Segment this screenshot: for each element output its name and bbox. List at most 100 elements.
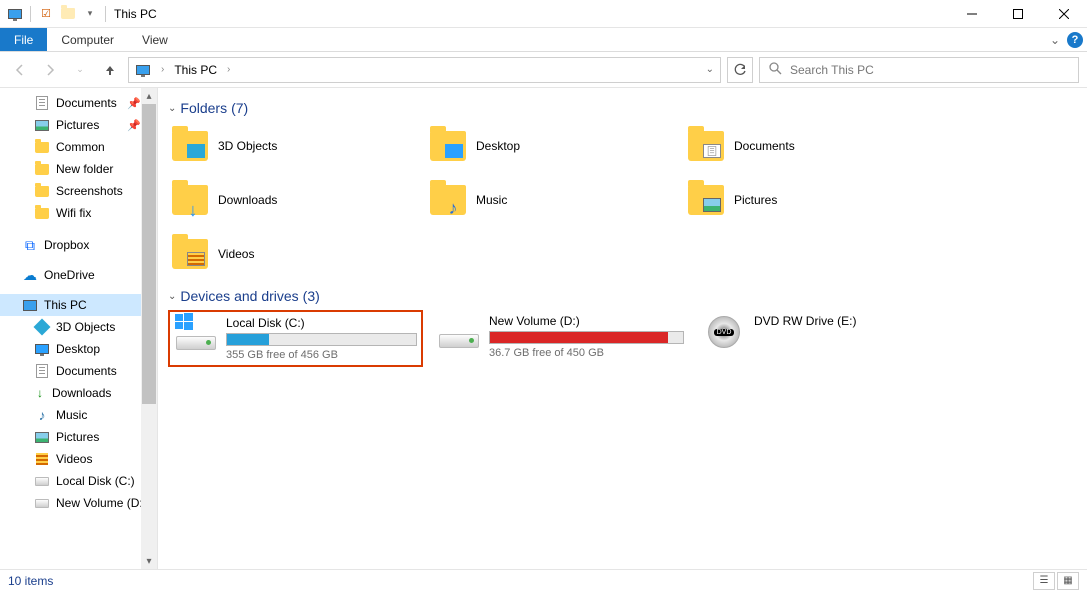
search-icon xyxy=(768,61,782,78)
folder-documents[interactable]: Documents xyxy=(684,122,934,170)
download-icon: ↓ xyxy=(34,387,46,399)
folder-music[interactable]: ♪ Music xyxy=(426,176,676,224)
drive-new-volume-d[interactable]: New Volume (D:) 36.7 GB free of 450 GB xyxy=(433,310,688,367)
address-history-dropdown-icon[interactable]: ⌄ xyxy=(706,64,714,75)
folder-pictures[interactable]: Pictures xyxy=(684,176,934,224)
nav-recent-dropdown[interactable]: ⌄ xyxy=(68,58,92,82)
nav-pictures[interactable]: Pictures 📌 xyxy=(0,114,157,136)
content-area[interactable]: ⌄ Folders (7) 3D Objects Desktop Documen… xyxy=(158,88,1087,569)
pin-icon: 📌 xyxy=(127,119,141,132)
drive-dvd-e[interactable]: DVD DVD RW Drive (E:) xyxy=(698,310,953,367)
nav-item-label: Screenshots xyxy=(56,184,123,198)
folder-desktop[interactable]: Desktop xyxy=(426,122,676,170)
nav-forward-button[interactable] xyxy=(38,58,62,82)
group-header-folders[interactable]: ⌄ Folders (7) xyxy=(168,100,1087,116)
nav-item-label: New Volume (D:) xyxy=(56,496,147,510)
nav-item-label: Dropbox xyxy=(44,238,89,252)
folder-videos[interactable]: Videos xyxy=(168,230,418,278)
nav-newvolume[interactable]: New Volume (D:) xyxy=(0,492,157,514)
status-bar: 10 items ☰ ▦ xyxy=(0,569,1087,591)
scroll-up-icon[interactable]: ▴ xyxy=(141,88,157,104)
group-label: Folders xyxy=(180,100,227,116)
nav-documents2[interactable]: Documents xyxy=(0,360,157,382)
address-bar-row: ⌄ › This PC › ⌄ xyxy=(0,52,1087,88)
nav-thispc[interactable]: This PC xyxy=(0,294,157,316)
breadcrumb[interactable]: This PC xyxy=(174,63,217,77)
group-label: Devices and drives xyxy=(180,288,298,304)
breadcrumb-separator-icon[interactable]: › xyxy=(223,64,234,75)
hdd-icon xyxy=(439,334,479,348)
nav-localdisk[interactable]: Local Disk (C:) xyxy=(0,470,157,492)
nav-item-label: Pictures xyxy=(56,118,99,132)
drive-free-text: 355 GB free of 456 GB xyxy=(226,349,417,361)
drive-name: New Volume (D:) xyxy=(489,314,684,328)
nav-documents[interactable]: Documents 📌 xyxy=(0,92,157,114)
nav-back-button[interactable] xyxy=(8,58,32,82)
drive-local-c[interactable]: Local Disk (C:) 355 GB free of 456 GB xyxy=(168,310,423,367)
help-button[interactable]: ? xyxy=(1063,28,1087,51)
nav-item-label: This PC xyxy=(44,298,87,312)
nav-up-button[interactable] xyxy=(98,58,122,82)
scroll-thumb[interactable] xyxy=(142,104,156,404)
group-count: (3) xyxy=(303,288,320,304)
nav-item-label: Wifi fix xyxy=(56,206,91,220)
folder-3dobjects[interactable]: 3D Objects xyxy=(168,122,418,170)
search-box[interactable] xyxy=(759,57,1079,83)
group-header-drives[interactable]: ⌄ Devices and drives (3) xyxy=(168,288,1087,304)
nav-onedrive[interactable]: ☁OneDrive xyxy=(0,264,157,286)
nav-dropbox[interactable]: ⧉Dropbox xyxy=(0,234,157,256)
maximize-button[interactable] xyxy=(995,0,1041,28)
chevron-down-icon[interactable]: ⌄ xyxy=(168,103,176,114)
minimize-button[interactable] xyxy=(949,0,995,28)
scroll-down-icon[interactable]: ▾ xyxy=(141,553,157,569)
window-title: This PC xyxy=(114,7,949,21)
navigation-pane[interactable]: Documents 📌 Pictures 📌 Common New folder S… xyxy=(0,88,158,569)
nav-wififix[interactable]: Wifi fix xyxy=(0,202,157,224)
app-icon xyxy=(6,5,24,23)
drive-usage-bar xyxy=(226,333,417,346)
close-button[interactable] xyxy=(1041,0,1087,28)
nav-item-label: Documents xyxy=(56,364,117,378)
ribbon-expand-icon[interactable]: ⌄ xyxy=(1047,28,1063,51)
nav-pictures2[interactable]: Pictures xyxy=(0,426,157,448)
nav-item-label: Desktop xyxy=(56,342,100,356)
address-bar[interactable]: › This PC › ⌄ xyxy=(128,57,721,83)
nav-desktop[interactable]: Desktop xyxy=(0,338,157,360)
folder-downloads[interactable]: ↓ Downloads xyxy=(168,176,418,224)
nav-item-label: Downloads xyxy=(52,386,111,400)
drive-name: DVD RW Drive (E:) xyxy=(754,314,949,328)
tab-view[interactable]: View xyxy=(128,28,182,51)
nav-item-label: Music xyxy=(56,408,87,422)
pin-icon: 📌 xyxy=(127,97,141,110)
nav-item-label: Videos xyxy=(56,452,92,466)
group-count: (7) xyxy=(231,100,248,116)
tab-computer[interactable]: Computer xyxy=(47,28,128,51)
qat-properties-icon[interactable]: ☑ xyxy=(37,5,55,23)
drive-usage-bar xyxy=(489,331,684,344)
view-details-button[interactable]: ☰ xyxy=(1033,572,1055,590)
tab-file[interactable]: File xyxy=(0,28,47,51)
folder-label: Downloads xyxy=(218,193,277,207)
nav-downloads[interactable]: ↓ Downloads xyxy=(0,382,157,404)
thispc-icon xyxy=(22,297,38,313)
search-input[interactable] xyxy=(790,63,1070,77)
chevron-down-icon[interactable]: ⌄ xyxy=(168,291,176,302)
address-location-icon xyxy=(135,62,151,78)
drive-free-text: 36.7 GB free of 450 GB xyxy=(489,347,684,359)
nav-videos[interactable]: Videos xyxy=(0,448,157,470)
nav-newfolder[interactable]: New folder xyxy=(0,158,157,180)
nav-item-label: Documents xyxy=(56,96,117,110)
folder-label: Music xyxy=(476,193,507,207)
refresh-button[interactable] xyxy=(727,57,753,83)
qat-dropdown-icon[interactable]: ▾ xyxy=(81,5,99,23)
breadcrumb-separator-icon[interactable]: › xyxy=(157,64,168,75)
qat-new-folder-icon[interactable] xyxy=(59,5,77,23)
nav-common[interactable]: Common xyxy=(0,136,157,158)
nav-music[interactable]: ♪Music xyxy=(0,404,157,426)
view-tiles-button[interactable]: ▦ xyxy=(1057,572,1079,590)
nav-item-label: New folder xyxy=(56,162,113,176)
nav-scrollbar[interactable]: ▴ ▾ xyxy=(141,88,157,569)
nav-screenshots[interactable]: Screenshots xyxy=(0,180,157,202)
onedrive-icon: ☁ xyxy=(22,267,38,283)
nav-3dobjects[interactable]: 3D Objects xyxy=(0,316,157,338)
